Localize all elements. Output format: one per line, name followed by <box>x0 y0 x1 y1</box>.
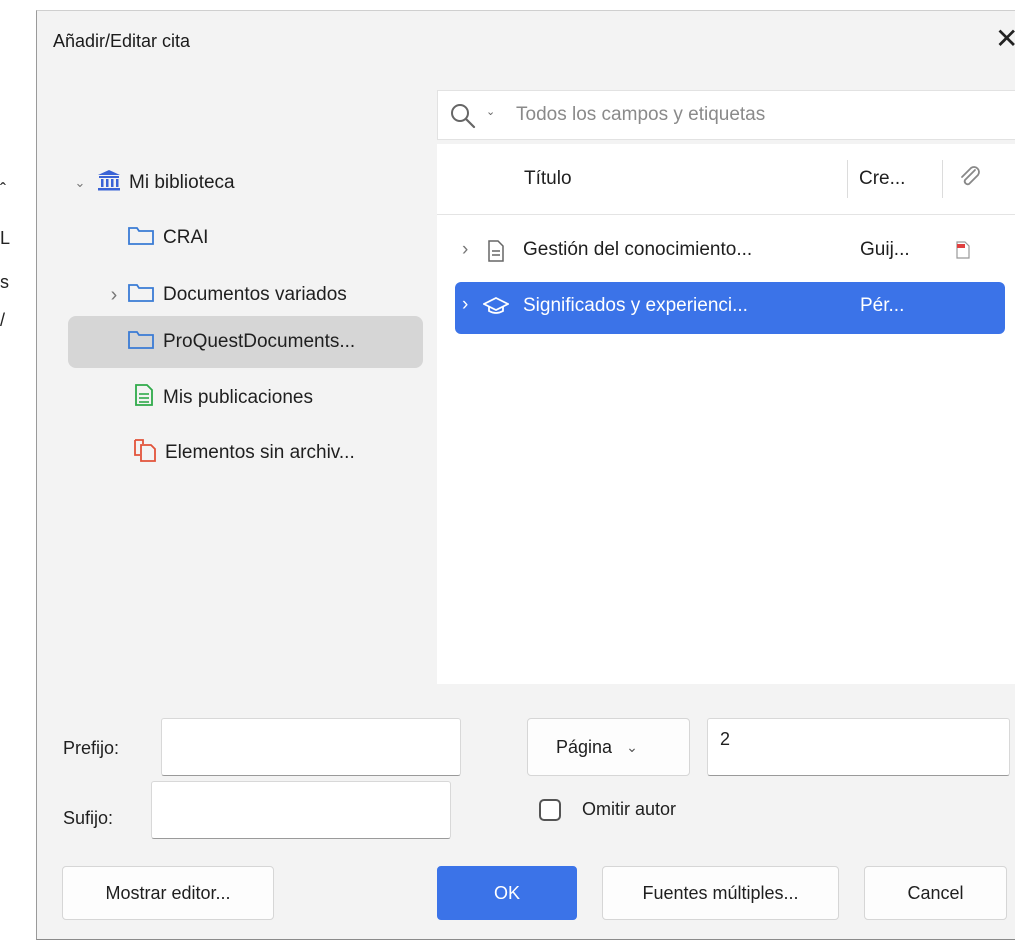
chevron-down-icon: ⌄ <box>626 738 638 755</box>
unfiled-icon <box>133 437 157 469</box>
item-creator: Guij... <box>860 239 910 260</box>
chevron-right-icon[interactable]: › <box>105 284 123 307</box>
folder-icon <box>127 281 155 309</box>
pdf-icon[interactable] <box>955 241 971 265</box>
column-divider[interactable] <box>942 160 943 198</box>
table-row-selected[interactable]: › Significados y experienci... Pér... <box>455 282 1005 334</box>
item-title: Gestión del conocimiento... <box>523 239 753 260</box>
omit-author-label[interactable]: Omitir autor <box>582 799 676 820</box>
locator-dropdown-label: Página <box>556 736 613 757</box>
background-text-fragment: / <box>0 310 6 330</box>
tree-item-label: CRAI <box>163 227 209 248</box>
show-editor-button[interactable]: Mostrar editor... <box>62 866 274 920</box>
add-edit-citation-dialog: Añadir/Editar cita ✕ ⌄ Todos los campos … <box>36 10 1015 940</box>
document-icon <box>487 240 505 268</box>
suffix-label: Sufijo: <box>63 808 114 828</box>
tree-item-label: Mi biblioteca <box>129 172 235 193</box>
library-icon <box>97 169 121 197</box>
cancel-button[interactable]: Cancel <box>864 866 1007 920</box>
locator-dropdown[interactable]: Página ⌄ <box>527 718 690 776</box>
omit-author-checkbox[interactable] <box>539 799 561 821</box>
tree-item-label: Documentos variados <box>163 284 347 305</box>
tree-item-crai[interactable]: CRAI <box>127 216 208 260</box>
search-mode-chevron-icon[interactable]: ⌄ <box>486 105 495 118</box>
tree-item-proquest-documents[interactable]: ProQuestDocuments... <box>68 316 423 368</box>
item-title: Significados y experienci... <box>523 295 748 316</box>
search-icon[interactable] <box>448 101 478 136</box>
chevron-right-icon[interactable]: › <box>462 294 468 316</box>
column-divider[interactable] <box>847 160 848 198</box>
folder-icon <box>127 328 155 356</box>
ok-button[interactable]: OK <box>437 866 577 920</box>
search-box[interactable]: ⌄ Todos los campos y etiquetas <box>437 90 1015 140</box>
close-icon[interactable]: ✕ <box>995 25 1015 53</box>
chevron-down-icon[interactable]: ⌄ <box>71 175 89 191</box>
search-input[interactable]: Todos los campos y etiquetas <box>516 104 765 126</box>
tree-item-my-library[interactable]: ⌄ Mi biblioteca <box>71 161 235 205</box>
thesis-icon <box>481 296 511 322</box>
tree-item-label: Mis publicaciones <box>163 387 313 408</box>
column-header-title[interactable]: Título <box>524 168 572 190</box>
folder-icon <box>127 224 155 252</box>
multiple-sources-button[interactable]: Fuentes múltiples... <box>602 866 839 920</box>
tree-item-elementos-sin-archivar[interactable]: Elementos sin archiv... <box>133 431 355 475</box>
locator-value-input[interactable]: 2 <box>707 718 1010 776</box>
prefix-input[interactable] <box>161 718 461 776</box>
paperclip-icon[interactable] <box>957 164 983 196</box>
table-row[interactable]: › Gestión del conocimiento... Guij... <box>455 227 1005 275</box>
tree-item-label: ProQuestDocuments... <box>163 331 356 352</box>
column-header-creator[interactable]: Cre... <box>859 168 905 190</box>
chevron-right-icon[interactable]: › <box>462 239 468 261</box>
item-creator: Pér... <box>860 295 905 316</box>
items-table: Título Cre... › Gestión del conocimiento… <box>437 144 1015 684</box>
items-table-header: Título Cre... <box>437 144 1015 215</box>
tree-item-documentos-variados[interactable]: › Documentos variados <box>105 273 347 317</box>
background-text-fragment: s <box>0 272 9 292</box>
background-text-fragment: ˆ <box>0 180 6 200</box>
background-text-fragment: L <box>0 228 11 248</box>
publications-icon <box>133 383 155 413</box>
prefix-label: Prefijo: <box>63 738 120 758</box>
dialog-title: Añadir/Editar cita <box>53 31 191 51</box>
tree-item-mis-publicaciones[interactable]: Mis publicaciones <box>133 376 313 420</box>
suffix-input[interactable] <box>151 781 451 839</box>
tree-item-label: Elementos sin archiv... <box>165 442 355 463</box>
